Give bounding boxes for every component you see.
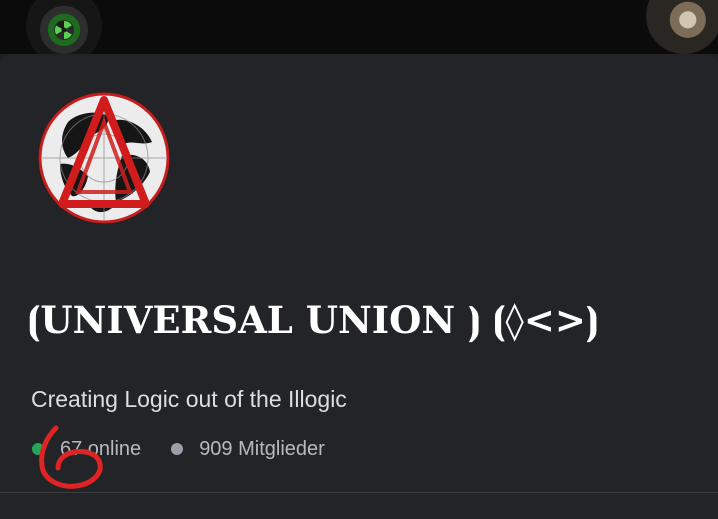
server-name: ⦗UNIVERSAL UNION ⦘ ⦗◊<>⦘ xyxy=(28,298,599,342)
red-annotation-circle-icon xyxy=(39,425,103,489)
radiation-server-icon[interactable] xyxy=(26,0,102,54)
globe-triangle-logo-icon xyxy=(38,92,170,224)
server-icon[interactable] xyxy=(646,0,718,54)
server-description: Creating Logic out of the Illogic xyxy=(31,386,347,412)
member-count: 909 Mitglieder xyxy=(199,437,325,460)
server-avatar xyxy=(38,92,170,224)
bottom-divider xyxy=(0,492,718,493)
member-status-dot xyxy=(171,443,184,455)
server-list-bar xyxy=(0,0,718,54)
